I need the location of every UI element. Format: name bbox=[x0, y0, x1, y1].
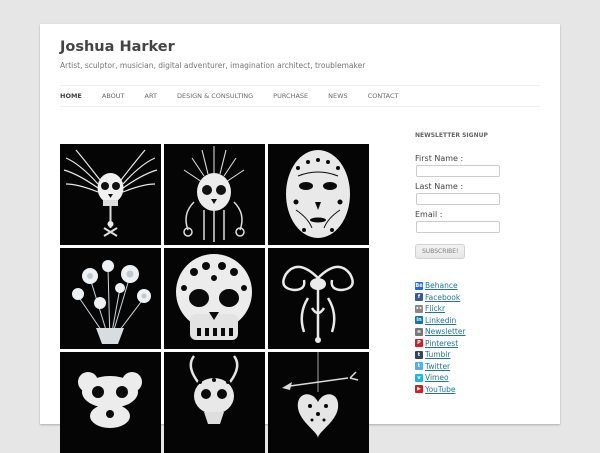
social-link-flickr: •• Flickr bbox=[415, 303, 545, 315]
youtube-icon: ▶ bbox=[415, 385, 423, 394]
nav-item-news[interactable]: NEWS bbox=[328, 86, 348, 106]
vimeo-icon: v bbox=[415, 373, 423, 382]
email-field[interactable] bbox=[416, 221, 500, 233]
flower-bouquet-image bbox=[72, 260, 151, 344]
nav-item-art[interactable]: ART bbox=[145, 86, 157, 106]
social-link-tumblr: t Tumblr bbox=[415, 349, 545, 361]
winged-skull-image bbox=[63, 149, 158, 237]
gallery-thumb-ornamental-pendant[interactable] bbox=[268, 248, 369, 349]
vimeo-link[interactable]: Vimeo bbox=[425, 373, 449, 382]
subscribe-button[interactable]: SUBSCRIBE! bbox=[415, 244, 466, 259]
gallery-thumb-crown-skull[interactable] bbox=[164, 144, 265, 245]
social-link-pinterest: P Pinterest bbox=[415, 338, 545, 350]
behance-link[interactable]: Behance bbox=[425, 281, 458, 290]
facebook-link[interactable]: Facebook bbox=[425, 293, 460, 302]
gallery-thumb-lattice-skull[interactable] bbox=[164, 248, 265, 349]
flickr-icon: •• bbox=[415, 304, 423, 313]
nav-item-about[interactable]: ABOUT bbox=[102, 86, 125, 106]
gallery-thumb-pierced-heart[interactable] bbox=[268, 352, 369, 453]
tumblr-icon: t bbox=[415, 350, 423, 359]
social-link-behance: Bē Behance bbox=[415, 280, 545, 292]
first-name-field[interactable] bbox=[416, 165, 500, 177]
linkedin-link[interactable]: Linkedin bbox=[425, 316, 456, 325]
newsletter-form: First Name : Last Name : Email : SUBSCRI… bbox=[415, 154, 545, 259]
gallery-thumb-filigree-mask[interactable] bbox=[268, 144, 369, 245]
pinterest-link[interactable]: Pinterest bbox=[425, 339, 458, 348]
gallery-thumb-flower-bouquet[interactable] bbox=[60, 248, 161, 349]
sidebar: NEWSLETTER SIGNUP First Name : Last Name… bbox=[415, 132, 545, 395]
social-link-youtube: ▶ YouTube bbox=[415, 384, 545, 396]
site-tagline: Artist, sculptor, musician, digital adve… bbox=[60, 61, 366, 70]
social-link-newsletter: ≡ Newsletter bbox=[415, 326, 545, 338]
gallery-thumb-winged-skull[interactable] bbox=[60, 144, 161, 245]
pierced-heart-image bbox=[282, 352, 359, 438]
twitter-link[interactable]: Twitter bbox=[425, 362, 450, 371]
social-link-vimeo: v Vimeo bbox=[415, 372, 545, 384]
main-nav: HOME ABOUT ART DESIGN & CONSULTING PURCH… bbox=[60, 85, 540, 107]
newsletter-widget-title: NEWSLETTER SIGNUP bbox=[415, 132, 488, 139]
flickr-link[interactable]: Flickr bbox=[425, 304, 445, 313]
social-link-linkedin: in Linkedin bbox=[415, 315, 545, 327]
behance-icon: Bē bbox=[415, 281, 423, 290]
last-name-label: Last Name : bbox=[415, 182, 464, 191]
last-name-field[interactable] bbox=[416, 193, 500, 205]
page-container: Joshua Harker Artist, sculptor, musician… bbox=[40, 24, 560, 453]
filigree-mask-image bbox=[286, 150, 350, 238]
nav-item-home[interactable]: HOME bbox=[60, 86, 82, 106]
swirl-skull-image bbox=[78, 372, 142, 428]
linkedin-icon: in bbox=[415, 316, 423, 325]
ornamental-pendant-image bbox=[282, 265, 354, 343]
twitter-icon: t bbox=[415, 362, 423, 371]
social-links-list: Bē Behance f Facebook •• Flickr in Linke… bbox=[415, 280, 545, 395]
newsletter-icon: ≡ bbox=[415, 327, 423, 336]
social-link-facebook: f Facebook bbox=[415, 292, 545, 304]
nav-item-design-consulting[interactable]: DESIGN & CONSULTING bbox=[177, 86, 253, 106]
social-link-twitter: t Twitter bbox=[415, 361, 545, 373]
sculpture-gallery bbox=[60, 144, 370, 453]
nav-item-purchase[interactable]: PURCHASE bbox=[273, 86, 308, 106]
gallery-thumb-horned-skull[interactable] bbox=[164, 352, 265, 453]
gallery-thumb-swirl-skull[interactable] bbox=[60, 352, 161, 453]
tumblr-link[interactable]: Tumblr bbox=[425, 350, 450, 359]
youtube-link[interactable]: YouTube bbox=[425, 385, 456, 394]
email-label: Email : bbox=[415, 210, 443, 219]
horned-skull-image bbox=[189, 355, 239, 424]
facebook-icon: f bbox=[415, 293, 423, 302]
newsletter-link[interactable]: Newsletter bbox=[425, 327, 466, 336]
pinterest-icon: P bbox=[415, 339, 423, 348]
crown-skull-image bbox=[183, 146, 245, 242]
first-name-label: First Name : bbox=[415, 154, 464, 163]
site-title[interactable]: Joshua Harker bbox=[60, 39, 175, 55]
lattice-skull-image bbox=[176, 254, 252, 340]
nav-item-contact[interactable]: CONTACT bbox=[368, 86, 399, 106]
